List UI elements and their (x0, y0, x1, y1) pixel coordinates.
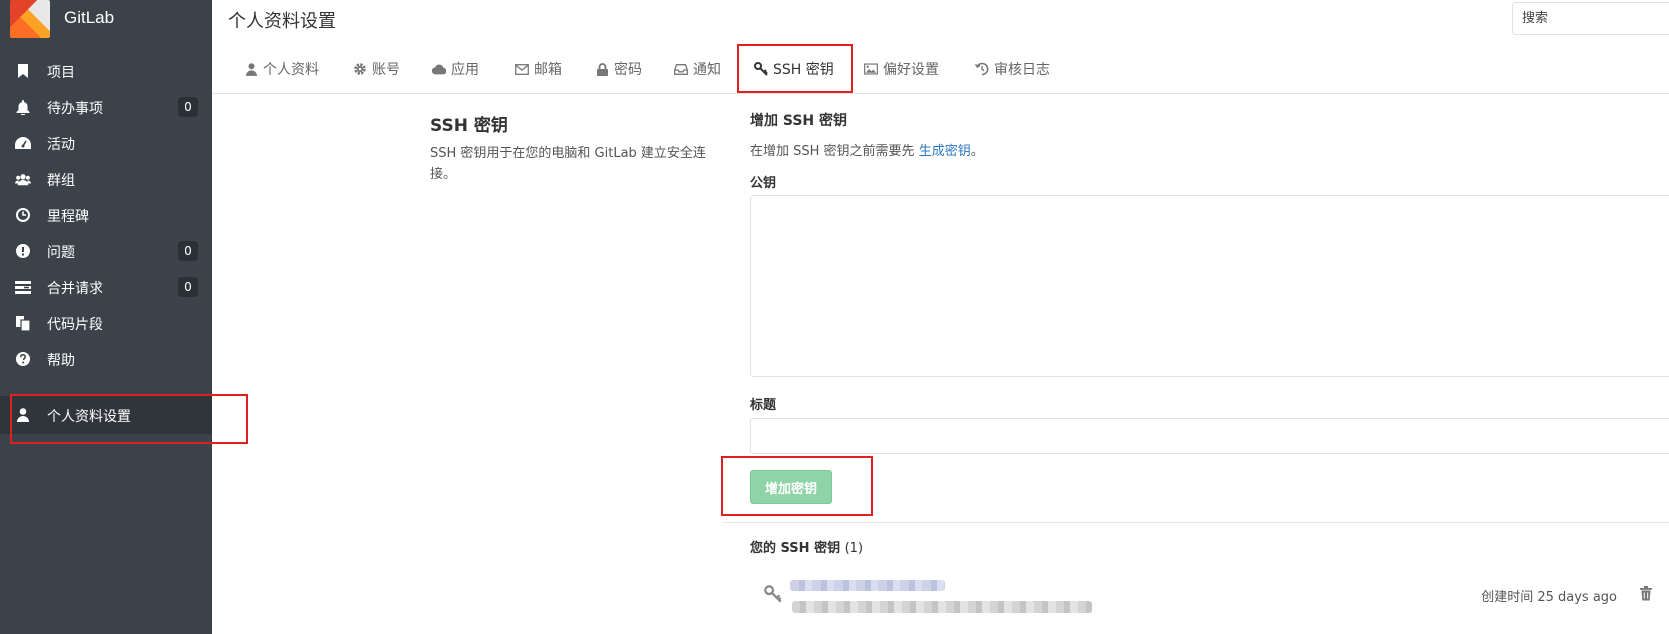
tab-emails[interactable]: 邮箱 (515, 44, 562, 94)
brand[interactable]: GitLab (0, 0, 212, 38)
sidebar-item-groups[interactable]: 群组 (0, 160, 212, 198)
key-created-time: 创建时间 25 days ago (1481, 590, 1617, 605)
trash-icon[interactable] (1639, 586, 1655, 602)
sidebar-item-label: 问题 (47, 245, 75, 261)
sidebar-item-label: 合并请求 (47, 281, 103, 297)
tab-label: 账号 (372, 62, 400, 78)
tab-account[interactable]: 账号 (353, 44, 400, 94)
form-hint: 在增加 SSH 密钥之前需要先 生成密钥。 (750, 140, 984, 159)
hint-text: 在增加 SSH 密钥之前需要先 (750, 144, 915, 159)
sidebar-item-milestones[interactable]: 里程碑 (0, 196, 212, 234)
brand-name: GitLab (64, 8, 115, 27)
sidebar-item-profile-settings[interactable]: 个人资料设置 (0, 396, 212, 434)
sidebar: GitLab 项目 待办事项 0 活动 群组 里程碑 问题 0 合并请求 0 代… (0, 0, 212, 634)
tab-label: 个人资料 (263, 62, 319, 78)
sidebar-item-projects[interactable]: 项目 (0, 52, 212, 90)
sidebar-item-label: 帮助 (47, 353, 75, 369)
lock-icon (595, 62, 609, 76)
sidebar-item-snippets[interactable]: 代码片段 (0, 304, 212, 342)
sidebar-item-label: 群组 (47, 173, 75, 189)
ssh-key-row[interactable]: 创建时间 25 days ago (722, 575, 1669, 634)
sidebar-item-issues[interactable]: 问题 0 (0, 232, 212, 270)
sidebar-item-label: 待办事项 (47, 101, 103, 117)
form-title: 增加 SSH 密钥 (750, 113, 848, 129)
count-badge: 0 (178, 277, 198, 297)
sidebar-item-label: 里程碑 (47, 209, 89, 225)
section-title: SSH 密钥 (430, 116, 508, 136)
hint-suffix: 。 (970, 144, 984, 159)
redacted-key-fingerprint (792, 601, 1092, 613)
users-icon (15, 171, 31, 187)
inbox-icon (674, 62, 688, 76)
tab-applications[interactable]: 应用 (432, 44, 479, 94)
divider (722, 522, 1669, 523)
sidebar-item-merge-requests[interactable]: 合并请求 0 (0, 268, 212, 306)
tasks-icon (15, 279, 31, 295)
copy-icon (15, 315, 31, 331)
sidebar-item-label: 项目 (47, 65, 75, 81)
header: 个人资料设置 (212, 0, 1669, 38)
redacted-key-title (790, 580, 945, 591)
settings-tabs: 个人资料 账号 应用 邮箱 密码 通知 SSH 密钥 偏好设置 审核日志 (212, 44, 1669, 94)
ssh-keys-count: (1) (844, 541, 864, 556)
key-title-input[interactable] (750, 418, 1669, 454)
pubkey-label: 公钥 (750, 176, 777, 191)
ssh-keys-heading: 您的 SSH 密钥 (1) (750, 537, 863, 556)
tab-label: 偏好设置 (883, 62, 939, 78)
gear-icon (353, 62, 367, 76)
bell-icon (15, 99, 31, 115)
key-icon (764, 585, 782, 603)
clock-icon (15, 207, 31, 223)
user-icon (244, 62, 258, 76)
tab-label: SSH 密钥 (773, 62, 834, 78)
gitlab-logo-icon (10, 0, 50, 38)
tab-label: 应用 (451, 62, 479, 78)
sidebar-item-activity[interactable]: 活动 (0, 124, 212, 162)
page-title: 个人资料设置 (228, 11, 336, 32)
tab-label: 密码 (614, 62, 642, 78)
tab-notifications[interactable]: 通知 (674, 44, 721, 94)
bookmark-icon (15, 63, 31, 79)
tab-label: 邮箱 (534, 62, 562, 78)
key-icon (754, 62, 768, 76)
sidebar-item-label: 活动 (47, 137, 75, 153)
title-label: 标题 (750, 398, 777, 413)
dashboard-icon (15, 135, 31, 151)
sidebar-item-label: 个人资料设置 (47, 409, 131, 425)
generate-key-link[interactable]: 生成密钥 (919, 144, 971, 159)
image-icon (864, 62, 878, 76)
sidebar-item-todos[interactable]: 待办事项 0 (0, 88, 212, 126)
tab-label: 通知 (693, 62, 721, 78)
exclamation-icon (15, 243, 31, 259)
section-description: SSH 密钥用于在您的电脑和 GitLab 建立安全连接。 (430, 146, 706, 182)
tab-profile[interactable]: 个人资料 (244, 44, 319, 94)
user-icon (15, 407, 31, 423)
sidebar-item-help[interactable]: 帮助 (0, 340, 212, 378)
tab-ssh-keys[interactable]: SSH 密钥 (754, 44, 834, 94)
tab-label: 审核日志 (994, 62, 1050, 78)
tab-preferences[interactable]: 偏好设置 (864, 44, 939, 94)
history-icon (975, 62, 989, 76)
count-badge: 0 (178, 241, 198, 261)
sidebar-item-label: 代码片段 (47, 317, 103, 333)
envelope-icon (515, 62, 529, 76)
search-input[interactable] (1512, 2, 1669, 35)
cloud-icon (432, 62, 446, 76)
tab-password[interactable]: 密码 (595, 44, 642, 94)
question-icon (15, 351, 31, 367)
pubkey-textarea[interactable] (750, 195, 1669, 377)
ssh-keys-heading-text: 您的 SSH 密钥 (750, 541, 841, 556)
tab-audit-log[interactable]: 审核日志 (975, 44, 1050, 94)
count-badge: 0 (178, 97, 198, 117)
add-key-button[interactable]: 增加密钥 (750, 470, 832, 504)
